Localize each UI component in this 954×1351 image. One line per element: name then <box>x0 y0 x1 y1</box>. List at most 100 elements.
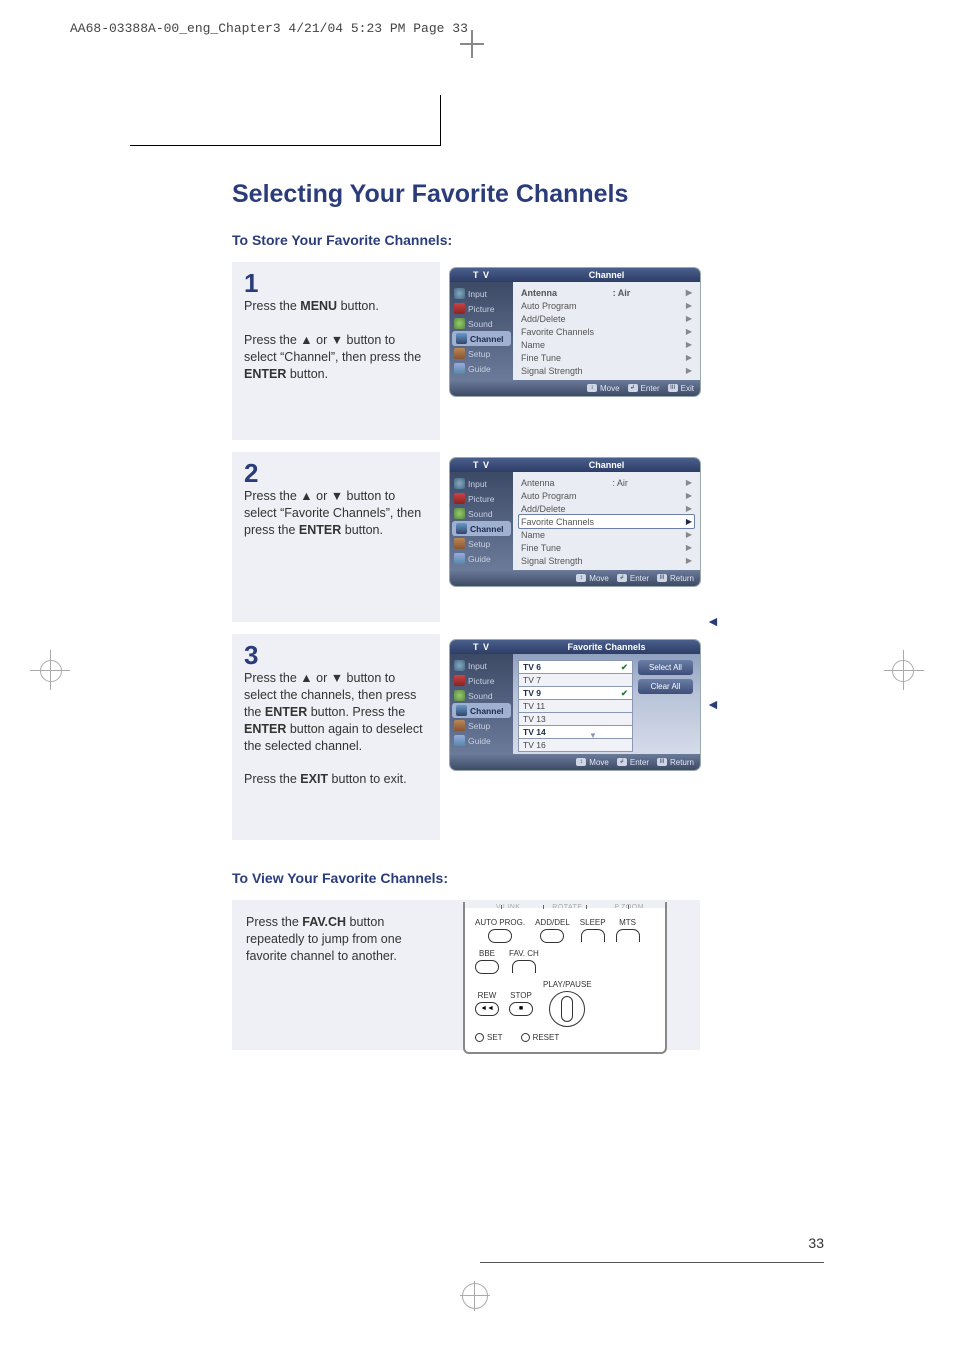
arrow-icon: ▶ <box>686 340 692 349</box>
remote-btn-bbe: BBE <box>475 949 499 974</box>
arrow-icon: ▶ <box>686 556 692 565</box>
step-2-box: 2 Press the ▲ or ▼ button to select “Fav… <box>232 452 440 622</box>
label: Antenna <box>521 478 555 488</box>
channel-icon <box>456 523 467 534</box>
tv-brand: T V <box>450 270 513 280</box>
menu-row: Auto Program▶ <box>519 489 694 502</box>
hint-enter: ↲Enter <box>617 574 649 583</box>
button-icon <box>616 929 640 942</box>
hint-return: IIIReturn <box>657 574 694 583</box>
tv-titlebar: T V Favorite Channels <box>450 640 700 654</box>
list-item: TV 11 <box>518 700 633 713</box>
guide-icon <box>454 735 465 746</box>
label: Fine Tune <box>521 353 561 363</box>
sidebar-item-channel: Channel <box>452 521 511 536</box>
label: SET <box>487 1033 503 1042</box>
tv-brand: T V <box>450 460 513 470</box>
arrow-icon: ▶ <box>686 491 692 500</box>
cut-mark: ◄ <box>706 696 720 714</box>
text-bold: MENU <box>300 299 337 313</box>
tv-sidebar: Input Picture Sound Channel Setup Guide <box>450 472 513 570</box>
text: button. <box>337 299 379 313</box>
label: Setup <box>468 539 490 549</box>
picture-icon <box>454 493 465 504</box>
subhead-view: To View Your Favorite Channels: <box>232 870 448 886</box>
arrow-icon: ▶ <box>686 478 692 487</box>
step-3-text: Press the ▲ or ▼ button to select the ch… <box>244 670 428 788</box>
label: Enter <box>630 574 649 583</box>
sidebar-item-input: Input <box>450 476 513 491</box>
tv-body: Input Picture Sound Channel Setup Guide … <box>450 282 700 380</box>
remote-illustration: V.LINK ROTATE P.ZOOM AUTO PROG. ADD/DEL … <box>430 900 700 1050</box>
guide-icon <box>454 363 465 374</box>
label: Input <box>468 479 487 489</box>
label: Guide <box>468 736 491 746</box>
enter-icon: ↲ <box>617 758 627 766</box>
label: FAV. CH <box>509 949 539 958</box>
label: Picture <box>468 494 494 504</box>
label: Favorite Channels <box>521 517 594 527</box>
label: Enter <box>630 758 649 767</box>
label: TV 14 <box>523 727 546 737</box>
sidebar-item-setup: Setup <box>450 718 513 733</box>
menu-row: Fine Tune▶ <box>519 541 694 554</box>
label: Input <box>468 289 487 299</box>
page-number: 33 <box>808 1235 824 1251</box>
tv-brand: T V <box>450 642 513 652</box>
label: Add/Delete <box>521 504 566 514</box>
sidebar-item-input: Input <box>450 658 513 673</box>
sidebar-item-picture: Picture <box>450 673 513 688</box>
dot-icon <box>521 1033 530 1042</box>
button-icon <box>512 960 536 973</box>
label: Enter <box>641 384 660 393</box>
sidebar-item-picture: Picture <box>450 491 513 506</box>
tv-body: Input Picture Sound Channel Setup Guide … <box>450 654 700 754</box>
remote-row-2: BBE FAV. CH <box>475 949 655 974</box>
menu-row: Name▶ <box>519 338 694 351</box>
cut-mark: ◄ <box>706 613 720 631</box>
arrow-icon: ▶ <box>686 353 692 362</box>
label: Fine Tune <box>521 543 561 553</box>
hint-move: ↕Move <box>576 574 609 583</box>
label: Return <box>670 574 694 583</box>
sidebar-item-channel: Channel <box>452 703 511 718</box>
view-favorite-box: Press the FAV.CH button repeatedly to ju… <box>232 900 700 1050</box>
picture-icon <box>454 303 465 314</box>
remote-row-1: AUTO PROG. ADD/DEL SLEEP MTS <box>475 918 655 943</box>
tv-sidebar: Input Picture Sound Channel Setup Guide <box>450 654 513 754</box>
tv-screenshot-3: T V Favorite Channels Input Picture Soun… <box>450 640 700 770</box>
menu-row: Add/Delete▶ <box>519 312 694 325</box>
value: : Air <box>612 478 628 488</box>
tv-sidebar: Input Picture Sound Channel Setup Guide <box>450 282 513 380</box>
tv-content-favorites: TV 6✔ TV 7 TV 9✔ TV 11 TV 13 TV 14 TV 16… <box>513 654 700 754</box>
label: TV 13 <box>523 714 546 724</box>
menu-row: Favorite Channels ▶ <box>519 325 694 338</box>
label: Move <box>589 574 609 583</box>
sound-icon <box>454 690 465 701</box>
tv-menu-title: Favorite Channels <box>513 642 700 652</box>
arrow-icon: ▶ <box>686 327 692 336</box>
hint-enter: ↲Enter <box>617 758 649 767</box>
updown-icon: ↕ <box>576 574 586 582</box>
menu-icon: III <box>657 758 667 766</box>
label: STOP <box>510 991 532 1000</box>
step-3-box: 3 Press the ▲ or ▼ button to select the … <box>232 634 440 840</box>
remote-btn-mts: MTS <box>616 918 640 942</box>
label: Guide <box>468 554 491 564</box>
list-item: TV 6✔ <box>518 660 633 674</box>
scroll-down-icon: ▼ <box>573 731 613 740</box>
label: Favorite Channels <box>521 327 594 337</box>
label: Sound <box>468 509 493 519</box>
hint-move: ↕Move <box>576 758 609 767</box>
tv-screenshot-1: T V Channel Input Picture Sound Channel … <box>450 268 700 396</box>
enter-icon: ↲ <box>617 574 627 582</box>
label: Picture <box>468 676 494 686</box>
menu-row: Signal Strength▶ <box>519 364 694 377</box>
step-3: 3 Press the ▲ or ▼ button to select the … <box>232 634 700 840</box>
remote-btn-playpause: PLAY/PAUSE <box>543 980 592 1027</box>
crop-mark-top <box>460 30 484 58</box>
label: REW <box>478 991 497 1000</box>
remote-body: AUTO PROG. ADD/DEL SLEEP MTS BBE FAV. CH… <box>463 908 667 1054</box>
label: RESET <box>533 1033 560 1042</box>
label: Channel <box>470 524 504 534</box>
